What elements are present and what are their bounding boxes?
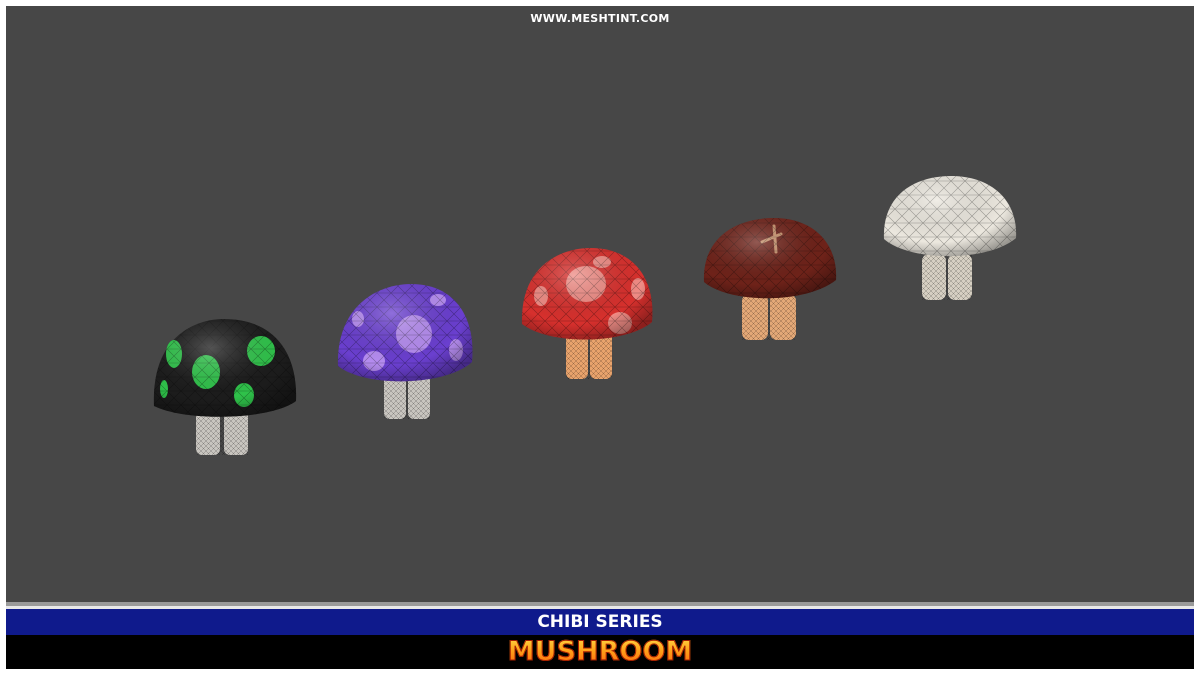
mushroom-white [883, 176, 1017, 300]
viewport: WWW.MESHTINT.COM CHIBI SERIES MUSHROOM [6, 6, 1194, 669]
mushroom-brown [703, 218, 837, 340]
mushroom-legs [922, 254, 972, 300]
mushroom-cap [521, 248, 653, 340]
mushroom-legs [742, 294, 796, 340]
mushroom-cap [883, 176, 1017, 257]
mushroom-black-green [153, 319, 297, 455]
mushroom-cap [703, 218, 837, 299]
title-banner: CHIBI SERIES MUSHROOM [6, 602, 1194, 669]
title-bar: MUSHROOM [6, 635, 1194, 669]
series-label: CHIBI SERIES [6, 609, 1194, 635]
mushroom-legs [196, 411, 248, 455]
mushroom-cap [153, 319, 297, 417]
mushroom-scene [153, 176, 1017, 455]
mushroom-purple [337, 284, 473, 419]
product-title: MUSHROOM [507, 636, 693, 668]
mushroom-red [521, 248, 653, 379]
mushroom-cap [337, 284, 473, 382]
